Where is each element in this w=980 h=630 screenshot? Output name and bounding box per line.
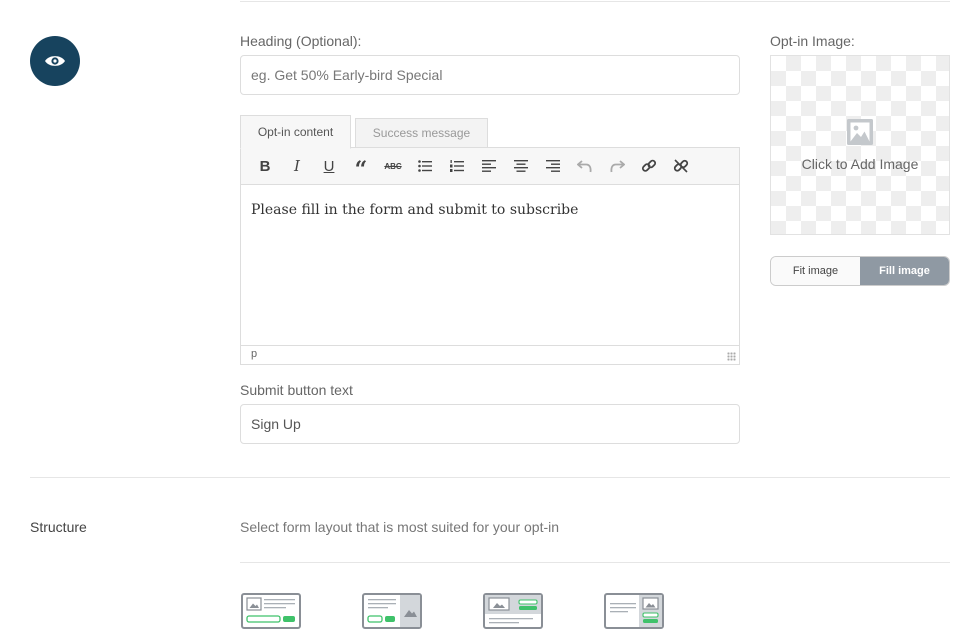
editor-content[interactable]: Please fill in the form and submit to su… (241, 185, 739, 235)
image-placeholder-icon (847, 119, 873, 145)
add-image-area[interactable]: Click to Add Image (770, 55, 950, 235)
optin-image-label: Opt-in Image: (770, 33, 855, 49)
unlink-icon[interactable] (665, 152, 697, 180)
strikethrough-icon[interactable]: ABC (377, 152, 409, 180)
layout-image-right-icon (367, 595, 420, 627)
italic-icon[interactable]: I (281, 152, 313, 180)
bulleted-list-icon[interactable] (409, 152, 441, 180)
layout-image-side-icon (610, 595, 662, 627)
editor-statusbar: p (241, 345, 739, 364)
submit-button-text-input[interactable] (240, 404, 740, 444)
align-right-icon[interactable] (537, 152, 569, 180)
editor-toolbar: B I U “ ABC (241, 148, 739, 185)
tab-success-message[interactable]: Success message (355, 118, 488, 148)
layout-image-top-icon (485, 595, 541, 624)
heading-label: Heading (Optional): (240, 33, 362, 49)
underline-icon[interactable]: U (313, 152, 345, 180)
submit-button-label: Submit button text (240, 382, 353, 398)
structure-label: Structure (30, 519, 87, 535)
layout-option-3[interactable] (483, 593, 543, 629)
element-path[interactable]: p (251, 348, 257, 360)
align-center-icon[interactable] (505, 152, 537, 180)
fit-image-option[interactable]: Fit image (771, 257, 860, 285)
structure-description: Select form layout that is most suited f… (240, 519, 560, 535)
layout-option-2[interactable] (362, 593, 422, 629)
fill-image-option[interactable]: Fill image (860, 257, 949, 285)
layout-option-1[interactable] (241, 593, 301, 629)
redo-icon[interactable] (601, 152, 633, 180)
rich-text-editor: B I U “ ABC Please fill in the form and … (240, 147, 740, 365)
structure-divider (240, 562, 950, 563)
section-divider (30, 477, 950, 478)
numbered-list-icon[interactable] (441, 152, 473, 180)
layout-image-left-icon (246, 597, 295, 623)
link-icon[interactable] (633, 152, 665, 180)
top-divider (240, 1, 950, 2)
tab-optin-content[interactable]: Opt-in content (240, 115, 351, 149)
add-image-text: Click to Add Image (801, 156, 919, 172)
align-left-icon[interactable] (473, 152, 505, 180)
eye-icon (30, 36, 80, 86)
resize-handle[interactable] (727, 352, 736, 361)
bold-icon[interactable]: B (249, 152, 281, 180)
layout-option-4[interactable] (604, 593, 664, 629)
blockquote-icon[interactable]: “ (345, 152, 377, 183)
image-fit-toggle: Fit image Fill image (770, 256, 950, 286)
undo-icon[interactable] (569, 152, 601, 180)
heading-input[interactable] (240, 55, 740, 95)
